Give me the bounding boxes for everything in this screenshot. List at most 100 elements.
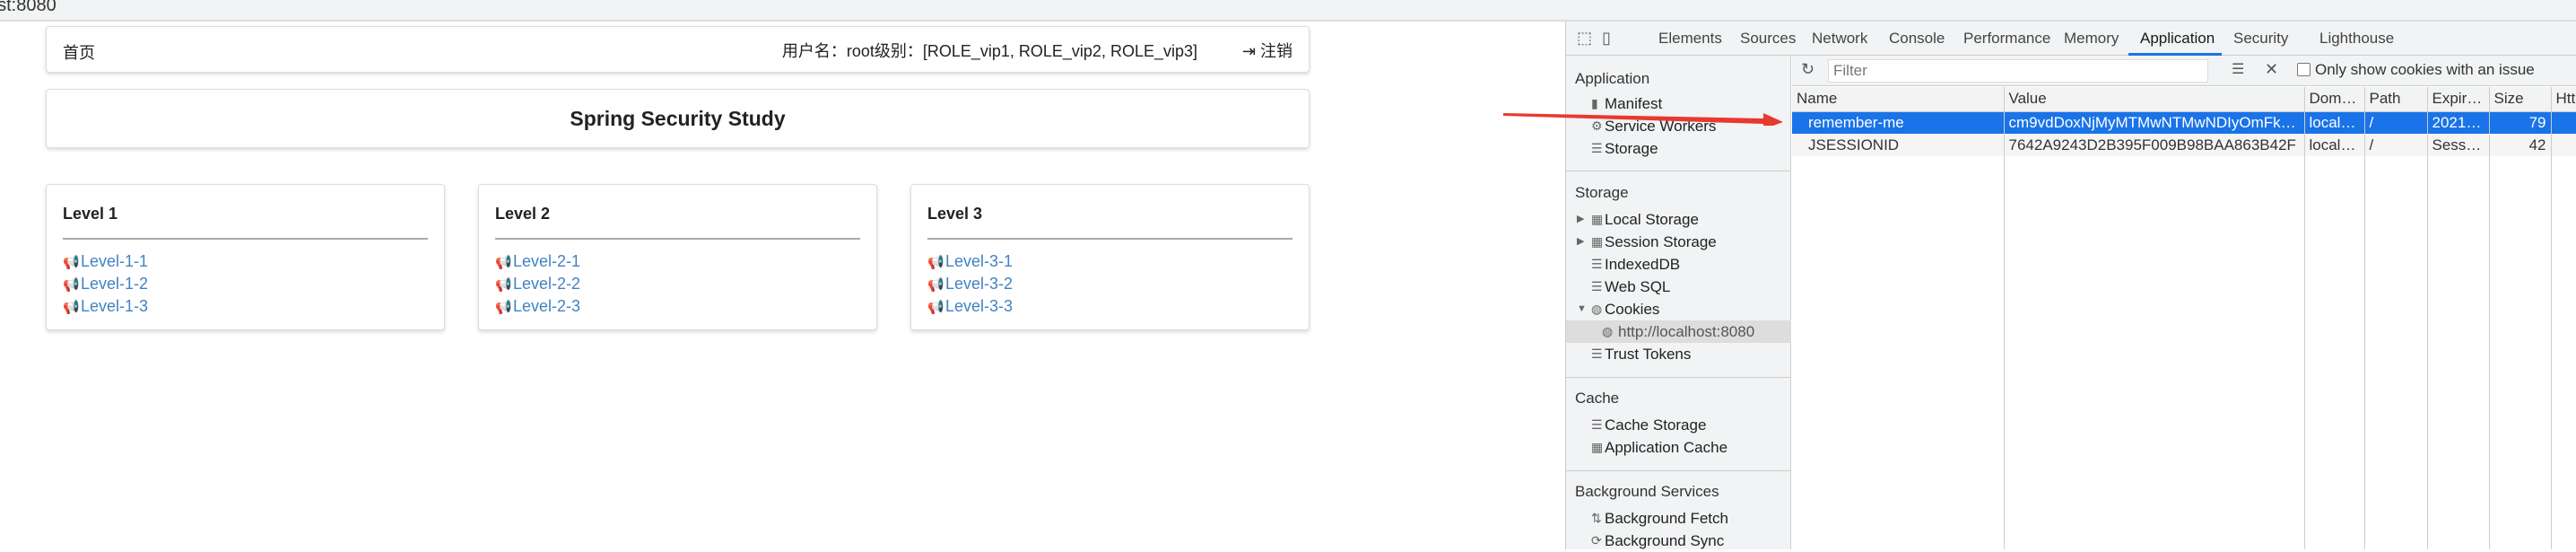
only-issue-checkbox[interactable] <box>2297 63 2311 76</box>
cell-path: / <box>2364 134 2428 156</box>
sidebar-item-cookie-localhost[interactable]: ◍ http://localhost:8080 <box>1566 320 1791 343</box>
cell-value: cm9vdDoxNjMyMTMwNTMwNDIyOmFkMzAy... <box>2004 111 2305 134</box>
sidebar-item-background-fetch[interactable]: ⇅ Background Fetch <box>1566 507 1791 530</box>
tab-elements[interactable]: Elements <box>1658 30 1722 48</box>
section-cache: Cache <box>1575 390 1620 407</box>
level-title: Level 1 <box>63 205 118 223</box>
inspect-element-icon[interactable]: ⬚ <box>1577 29 1592 48</box>
bullhorn-icon: 📢 <box>495 255 512 270</box>
home-link[interactable]: 首页 <box>63 40 95 64</box>
sidebar-item-storage[interactable]: ☰ Storage <box>1566 137 1791 160</box>
cell-size: 42 <box>2489 134 2552 156</box>
bullhorn-icon: 📢 <box>927 255 944 270</box>
table-row[interactable]: JSESSIONID 7642A9243D2B395F009B98BAA863B… <box>1792 134 2576 156</box>
database-icon: ☰ <box>1591 279 1603 294</box>
sidebar-item-trust-tokens[interactable]: ☰ Trust Tokens <box>1566 343 1791 365</box>
database-icon: ☰ <box>1591 141 1603 155</box>
level-link[interactable]: 📢Level-1-3 <box>63 295 148 318</box>
bullhorn-icon: 📢 <box>63 277 80 293</box>
bullhorn-icon: 📢 <box>495 300 512 315</box>
col-domain[interactable]: Domain <box>2304 87 2365 112</box>
section-application: Application <box>1575 70 1650 87</box>
sidebar-item-session-storage[interactable]: ▶ ▦ Session Storage <box>1566 231 1791 253</box>
level-link[interactable]: 📢Level-1-1 <box>63 250 148 273</box>
refresh-icon[interactable]: ↻ <box>1801 60 1815 79</box>
level-link[interactable]: 📢Level-3-1 <box>927 250 1013 273</box>
cell-domain: localh... <box>2304 134 2365 156</box>
clear-all-icon[interactable]: ✕ <box>2265 60 2278 79</box>
up-down-arrows-icon: ⇅ <box>1591 511 1602 525</box>
cookies-table: Name Value Domain Path Expires... Size H… <box>1792 87 2576 156</box>
filter-input[interactable] <box>1828 59 2208 83</box>
level-link[interactable]: 📢Level-2-3 <box>495 295 580 318</box>
cell-value: 7642A9243D2B395F009B98BAA863B42F <box>2004 134 2305 156</box>
col-name[interactable]: Name <box>1792 87 2005 112</box>
page-title: Spring Security Study <box>46 89 1310 148</box>
divider <box>927 238 1292 240</box>
tab-sources[interactable]: Sources <box>1740 30 1796 48</box>
level-card-1: Level 1 📢Level-1-1 📢Level-1-2 📢Level-1-3 <box>46 184 445 330</box>
cell-domain: localh... <box>2304 111 2365 134</box>
tab-memory[interactable]: Memory <box>2064 30 2119 48</box>
level-title: Level 3 <box>927 205 983 223</box>
user-info: 用户名：root级别：[ROLE_vip1, ROLE_vip2, ROLE_v… <box>781 42 1197 60</box>
sidebar-item-indexeddb[interactable]: ☰ IndexedDB <box>1566 253 1791 276</box>
section-background-services: Background Services <box>1575 483 1719 500</box>
tab-performance[interactable]: Performance <box>1963 30 2050 48</box>
bullhorn-icon: 📢 <box>927 300 944 315</box>
address-bar[interactable]: ost:8080 <box>0 0 2576 22</box>
devtools-tabbar: ⬚ ▯ Elements Sources Network Console Per… <box>1566 22 2576 56</box>
cell-path: / <box>2364 111 2428 134</box>
tab-application[interactable]: Application <box>2140 30 2215 48</box>
sign-out-icon: ⇥ <box>1241 42 1260 60</box>
database-icon: ☰ <box>1591 346 1603 361</box>
section-storage: Storage <box>1575 184 1629 201</box>
bullhorn-icon: 📢 <box>63 300 80 315</box>
cell-name: JSESSIONID <box>1792 134 2005 156</box>
cookie-icon: ◍ <box>1602 324 1614 338</box>
tab-security[interactable]: Security <box>2233 30 2288 48</box>
cookie-icon: ◍ <box>1591 302 1603 316</box>
col-path[interactable]: Path <box>2364 87 2428 112</box>
col-httponly[interactable]: Htt <box>2551 87 2576 112</box>
navbar: 首页 用户名：root级别：[ROLE_vip1, ROLE_vip2, ROL… <box>46 26 1310 73</box>
level-card-3: Level 3 📢Level-3-1 📢Level-3-2 📢Level-3-3 <box>910 184 1310 330</box>
sidebar-item-web-sql[interactable]: ☰ Web SQL <box>1566 276 1791 298</box>
sidebar-item-cache-storage[interactable]: ☰ Cache Storage <box>1566 414 1791 436</box>
expand-arrow-icon: ▶ <box>1577 214 1585 224</box>
bullhorn-icon: 📢 <box>63 255 80 270</box>
sidebar-item-background-sync[interactable]: ⟳ Background Sync <box>1566 530 1791 552</box>
divider <box>1566 470 1791 471</box>
level-link[interactable]: 📢Level-2-1 <box>495 250 580 273</box>
sidebar-item-application-cache[interactable]: ▦ Application Cache <box>1566 436 1791 459</box>
cell-size: 79 <box>2489 111 2552 134</box>
col-size[interactable]: Size <box>2489 87 2552 112</box>
level-link[interactable]: 📢Level-2-2 <box>495 273 580 295</box>
level-link[interactable]: 📢Level-3-3 <box>927 295 1013 318</box>
grid-icon: ▦ <box>1591 234 1604 249</box>
col-expires[interactable]: Expires... <box>2427 87 2490 112</box>
tab-console[interactable]: Console <box>1889 30 1945 48</box>
tab-lighthouse[interactable]: Lighthouse <box>2319 30 2394 48</box>
device-toolbar-icon[interactable]: ▯ <box>1602 29 1611 48</box>
arrow-shape <box>1503 113 1783 126</box>
level-link[interactable]: 📢Level-1-2 <box>63 273 148 295</box>
grid-icon: ▦ <box>1591 440 1604 454</box>
tab-network[interactable]: Network <box>1812 30 1867 48</box>
collapse-arrow-icon: ▼ <box>1577 303 1587 314</box>
level-title: Level 2 <box>495 205 551 223</box>
bullhorn-icon: 📢 <box>495 277 512 293</box>
application-sidebar: Application ▮ Manifest ⚙ Service Workers ☰… <box>1566 56 1791 549</box>
divider <box>495 238 860 240</box>
cell-name: remember-me <box>1792 111 2005 134</box>
sidebar-item-cookies[interactable]: ▼ ◍ Cookies <box>1566 298 1791 320</box>
sidebar-item-local-storage[interactable]: ▶ ▦ Local Storage <box>1566 208 1791 231</box>
col-value[interactable]: Value <box>2004 87 2305 112</box>
grid-icon: ▦ <box>1591 212 1604 226</box>
table-row[interactable]: remember-me cm9vdDoxNjMyMTMwNTMwNDIyOmFk… <box>1792 111 2576 134</box>
devtools-panel: ⬚ ▯ Elements Sources Network Console Per… <box>1565 22 2576 549</box>
logout-label: 注销 <box>1260 42 1292 60</box>
logout-link[interactable]: ⇥ 注销 <box>1242 39 1292 62</box>
level-link[interactable]: 📢Level-3-2 <box>927 273 1013 295</box>
clear-filtered-cookies-icon[interactable]: ☰ <box>2232 60 2244 78</box>
